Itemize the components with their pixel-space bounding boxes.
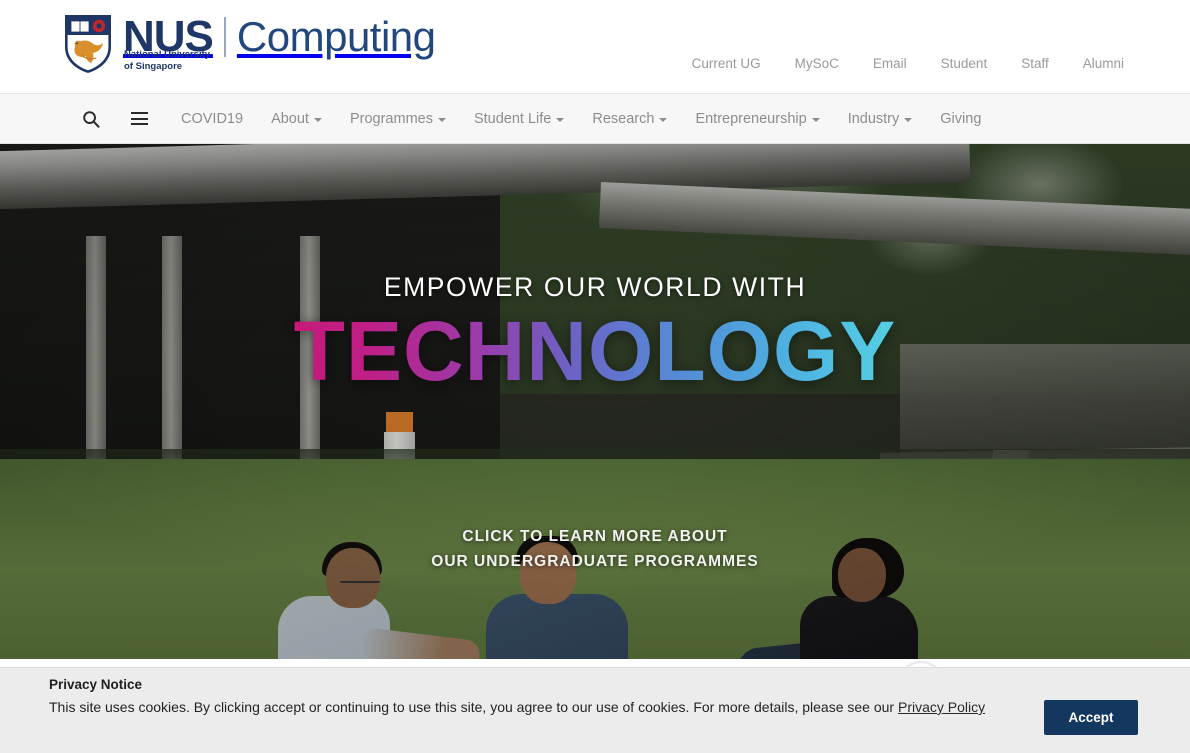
utility-link-student[interactable]: Student <box>924 56 1005 71</box>
utility-link-staff[interactable]: Staff <box>1004 56 1066 71</box>
menu-toggle-button[interactable] <box>128 108 150 130</box>
privacy-policy-link[interactable]: Privacy Policy <box>898 699 985 715</box>
nav-item-label: Giving <box>940 110 982 127</box>
nav-item-giving[interactable]: Giving <box>926 111 995 127</box>
nav-item-industry[interactable]: Industry <box>834 111 927 127</box>
nav-item-student-life[interactable]: Student Life <box>460 111 578 127</box>
chevron-down-icon <box>659 117 668 122</box>
nav-item-label: Entrepreneurship <box>695 110 807 127</box>
hero-copy: EMPOWER OUR WORLD WITH TECHNOLOGY <box>0 272 1190 393</box>
hero-title: TECHNOLOGY <box>293 304 897 398</box>
nav-item-label: Programmes <box>349 110 433 127</box>
primary-nav: COVID19 About Programmes Student Life Re… <box>167 111 995 127</box>
nav-item-label: Industry <box>847 110 900 127</box>
logo-subtitle: National University of Singapore <box>124 49 210 72</box>
logo-subtitle-line2: of Singapore <box>124 60 183 72</box>
hero-kicker: EMPOWER OUR WORLD WITH <box>383 272 807 302</box>
hero-cta-line1: CLICK TO LEARN MORE ABOUT <box>462 528 728 545</box>
chevron-down-icon <box>437 117 446 122</box>
hero-cta-line2: OUR UNDERGRADUATE PROGRAMMES <box>431 553 759 570</box>
chevron-down-icon <box>313 117 322 122</box>
privacy-notice-body: This site uses cookies. By clicking acce… <box>49 699 898 715</box>
nav-item-label: About <box>271 110 309 127</box>
utility-link-alumni[interactable]: Alumni <box>1066 56 1124 71</box>
hamburger-menu-icon <box>130 112 148 125</box>
main-navigation-bar: COVID19 About Programmes Student Life Re… <box>0 94 1190 144</box>
utility-nav: Current UG MySoC Email Student Staff Alu… <box>675 56 1124 71</box>
privacy-notice-title: Privacy Notice <box>49 677 143 692</box>
logo-divider <box>223 17 226 57</box>
logo-subtitle-line1: National University <box>124 49 211 60</box>
site-header: NUS Computing National University of Sin… <box>0 0 1190 94</box>
nav-item-covid19[interactable]: COVID19 <box>167 111 257 127</box>
chevron-down-icon <box>904 117 913 122</box>
search-icon <box>83 110 100 128</box>
nav-item-label: COVID19 <box>181 110 244 127</box>
utility-link-current-ug[interactable]: Current UG <box>675 56 778 71</box>
nav-item-programmes[interactable]: Programmes <box>336 111 460 127</box>
privacy-notice-text: This site uses cookies. By clicking acce… <box>49 699 985 715</box>
chevron-down-icon <box>811 117 820 122</box>
hero-cta-link[interactable]: CLICK TO LEARN MORE ABOUT OUR UNDERGRADU… <box>0 524 1190 574</box>
nav-item-entrepreneurship[interactable]: Entrepreneurship <box>681 111 833 127</box>
nav-item-research[interactable]: Research <box>578 111 681 127</box>
chevron-down-icon <box>556 117 565 122</box>
nav-item-label: Research <box>592 110 655 127</box>
nav-item-label: Student Life <box>473 110 552 127</box>
search-button[interactable] <box>80 108 102 130</box>
hero-overlay-scrim <box>0 144 1190 659</box>
hero-banner[interactable]: EMPOWER OUR WORLD WITH TECHNOLOGY CLICK … <box>0 144 1190 659</box>
site-logo-link[interactable]: NUS Computing National University of Sin… <box>62 13 436 75</box>
accept-cookies-button[interactable]: Accept <box>1044 700 1138 735</box>
nus-crest-icon <box>62 13 114 75</box>
privacy-notice-bar: Privacy Notice This site uses cookies. B… <box>0 667 1190 753</box>
logo-computing-text: Computing <box>236 13 436 60</box>
nav-item-about[interactable]: About <box>257 111 336 127</box>
utility-link-email[interactable]: Email <box>856 56 924 71</box>
utility-link-mysoc[interactable]: MySoC <box>778 56 856 71</box>
